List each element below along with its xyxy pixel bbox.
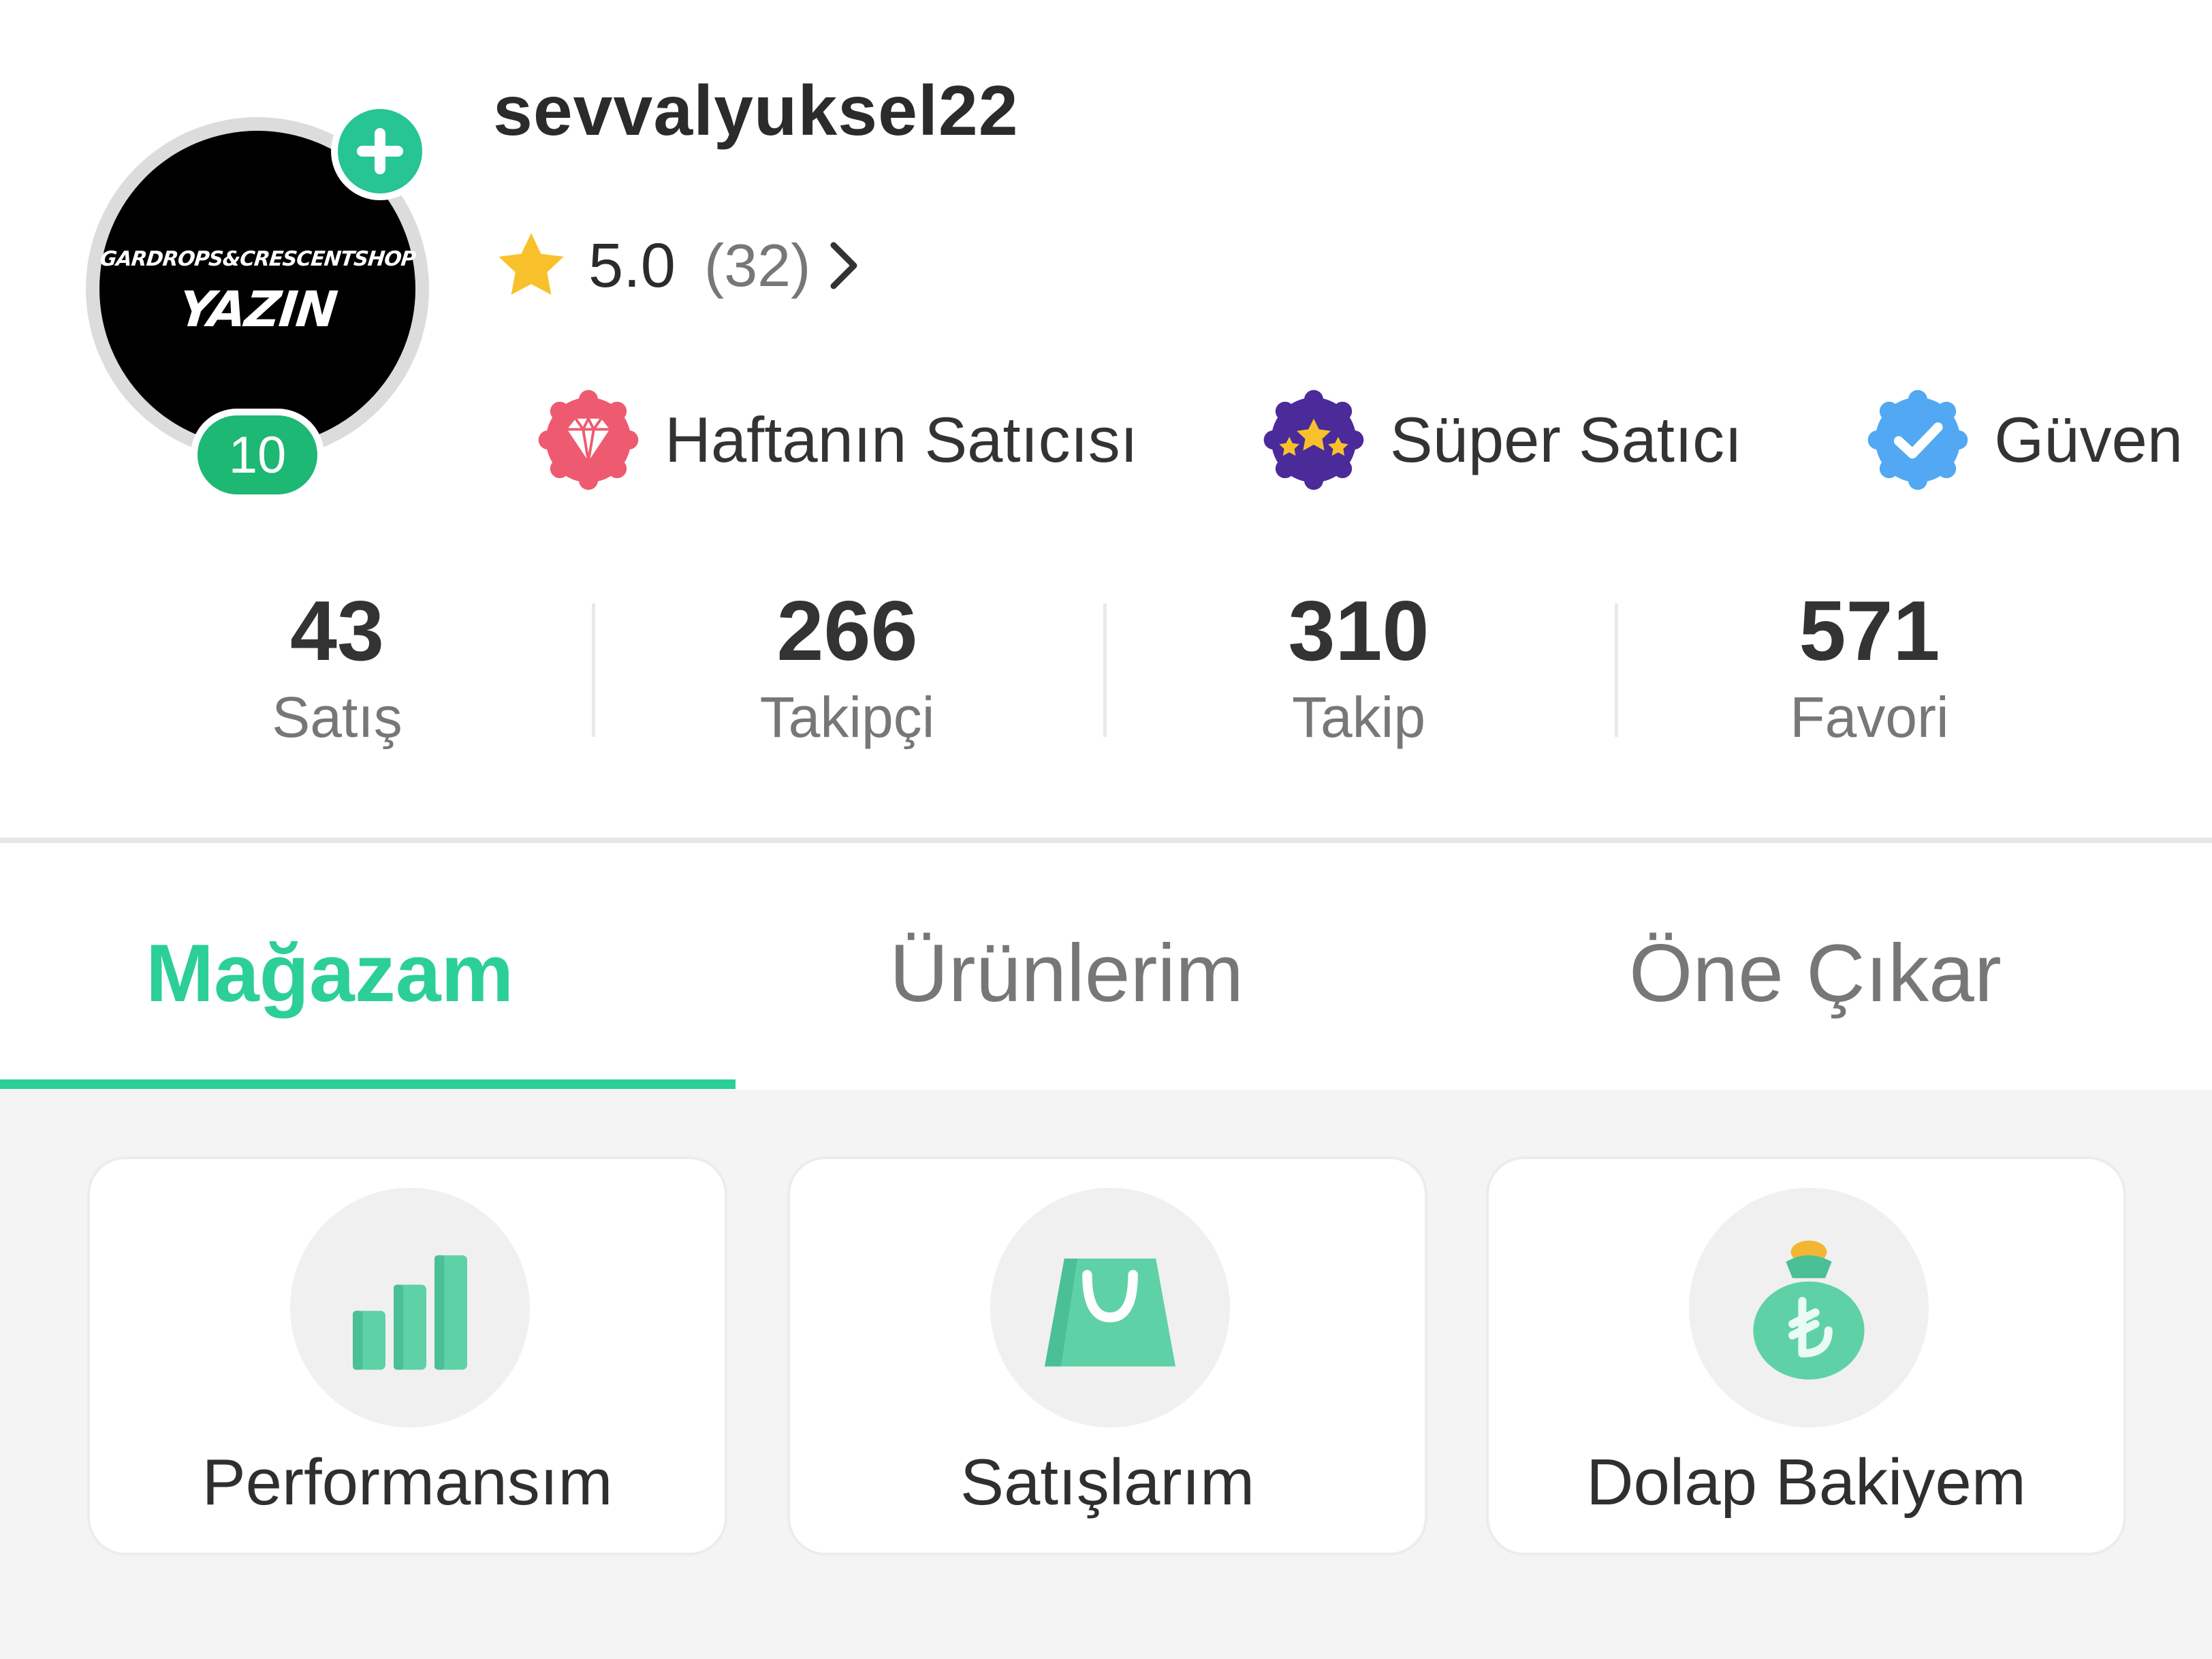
section-divider (0, 838, 2212, 843)
chevron-right-icon (830, 242, 857, 289)
bar-chart-icon (353, 1255, 467, 1370)
stat-favorites[interactable]: 571 Favori (1733, 583, 2006, 750)
card-label: Satışlarım (960, 1446, 1255, 1519)
shopping-bag-icon (1045, 1259, 1175, 1367)
stat-label: Takipçi (759, 684, 935, 749)
username: sevvalyuksel22 (493, 72, 1019, 151)
add-photo-button[interactable] (331, 102, 429, 200)
avatar-shop-text: GARDROPS&CRESCENTSHOP (98, 247, 417, 271)
diamond-badge-icon (538, 390, 639, 490)
avatar-name-text: YAZIN (176, 280, 339, 338)
sales-card[interactable]: Satışlarım (787, 1156, 1427, 1555)
card-icon-wrap (290, 1188, 530, 1427)
stat-divider (1615, 603, 1618, 737)
stat-divider (1103, 603, 1107, 737)
verified-badge-icon (1867, 390, 1968, 490)
money-bag-icon (1753, 1240, 1865, 1380)
tab-my-products[interactable]: Ürünlerim (889, 926, 1244, 1020)
badge-label: Güven (1994, 404, 2183, 475)
card-icon-wrap (1689, 1188, 1929, 1427)
card-icon-wrap (990, 1188, 1230, 1427)
rating-count: (32) (704, 232, 811, 299)
star-icon (499, 233, 564, 295)
stat-value: 571 (1799, 584, 1940, 678)
stat-divider (592, 603, 595, 737)
balance-card[interactable]: Dolap Bakiyem (1486, 1156, 2126, 1555)
active-tab-indicator (0, 1079, 736, 1089)
badge-trusted[interactable]: Güven (1865, 387, 2183, 493)
card-label: Dolap Bakiyem (1586, 1446, 2026, 1519)
stat-sales[interactable]: 43 Satış (201, 583, 473, 750)
stat-value: 266 (776, 584, 918, 678)
stat-label: Takip (1291, 684, 1426, 749)
profile-stats: 43 Satış 266 Takipçi 310 Takip 571 Favor… (0, 583, 2212, 760)
seller-badges: Haftanın Satıcısı Süper Satıcı Güven (535, 385, 2212, 494)
tab-my-store[interactable]: Mağazam (146, 926, 514, 1020)
rating-value: 5.0 (588, 230, 676, 300)
badge-weekly-seller[interactable]: Haftanın Satıcısı (535, 387, 1138, 493)
stat-label: Favori (1790, 684, 1949, 749)
badge-super-seller[interactable]: Süper Satıcı (1261, 387, 1742, 493)
stat-following[interactable]: 310 Takip (1222, 583, 1495, 750)
super-seller-badge-icon (1263, 390, 1364, 490)
card-label: Performansım (202, 1446, 613, 1519)
tab-promote[interactable]: Öne Çıkar (1629, 926, 2002, 1020)
performance-card[interactable]: Performansım (87, 1156, 727, 1555)
badge-label: Haftanın Satıcısı (665, 404, 1138, 475)
badge-label: Süper Satıcı (1389, 404, 1743, 475)
stat-value: 310 (1288, 584, 1429, 678)
stat-label: Satış (272, 684, 402, 749)
stat-value: 43 (290, 584, 384, 678)
level-badge: 10 (191, 409, 324, 501)
stat-followers[interactable]: 266 Takipçi (711, 583, 983, 750)
rating-row[interactable]: 5.0 (32) (493, 225, 861, 306)
